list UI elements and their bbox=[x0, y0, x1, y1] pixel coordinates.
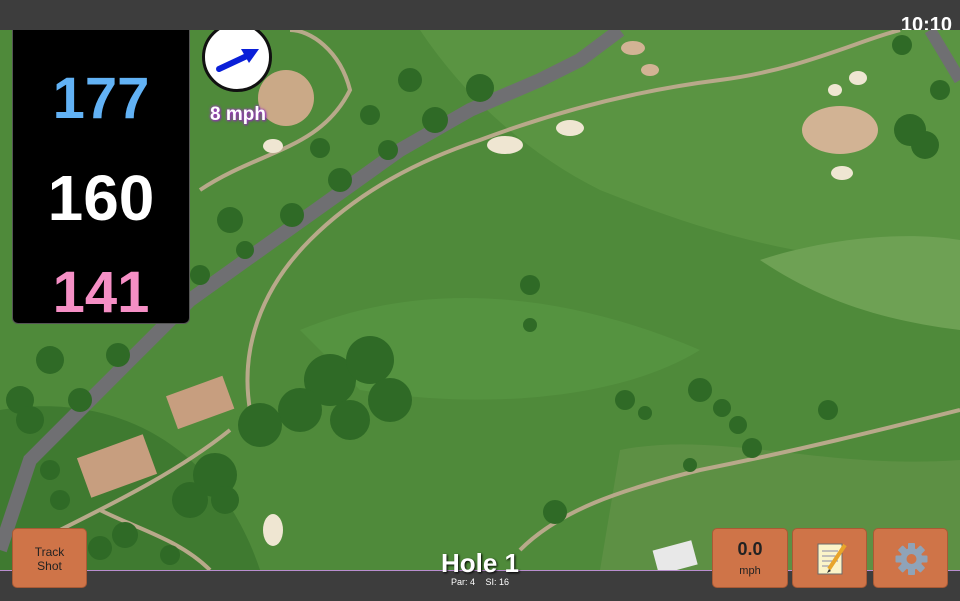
track-shot-label-line2: Shot bbox=[37, 559, 62, 573]
notepad-icon bbox=[817, 543, 847, 575]
wind-direction-arrow-icon bbox=[216, 49, 259, 72]
speed-value: 0.0 bbox=[737, 539, 763, 559]
gear-icon bbox=[895, 543, 928, 575]
distance-panel: 177 160 141 bbox=[12, 30, 190, 325]
distance-back: 177 bbox=[52, 66, 150, 131]
hole-stroke-index: SI: 16 bbox=[485, 577, 510, 587]
distance-front: 141 bbox=[52, 260, 150, 325]
hole-par: Par: 4 bbox=[450, 577, 475, 587]
wind-speed: 8 mph bbox=[210, 104, 266, 125]
track-shot-label-line1: Track bbox=[34, 545, 65, 559]
speed-unit: mph bbox=[739, 565, 761, 577]
course-map[interactable]: 177 160 141 8 mph bbox=[0, 30, 960, 570]
distance-center: 160 bbox=[47, 162, 155, 234]
status-bar: 10:10 bbox=[0, 0, 960, 36]
speed-button[interactable]: 0.0 mph bbox=[712, 528, 788, 588]
wind-indicator bbox=[202, 30, 272, 92]
notes-button[interactable] bbox=[792, 528, 867, 588]
settings-button[interactable] bbox=[873, 528, 948, 588]
hole-title: Hole 1 bbox=[440, 548, 520, 578]
track-shot-button[interactable]: Track Shot bbox=[12, 528, 87, 588]
hole-info: Par: 4 SI: 16 bbox=[380, 577, 580, 587]
